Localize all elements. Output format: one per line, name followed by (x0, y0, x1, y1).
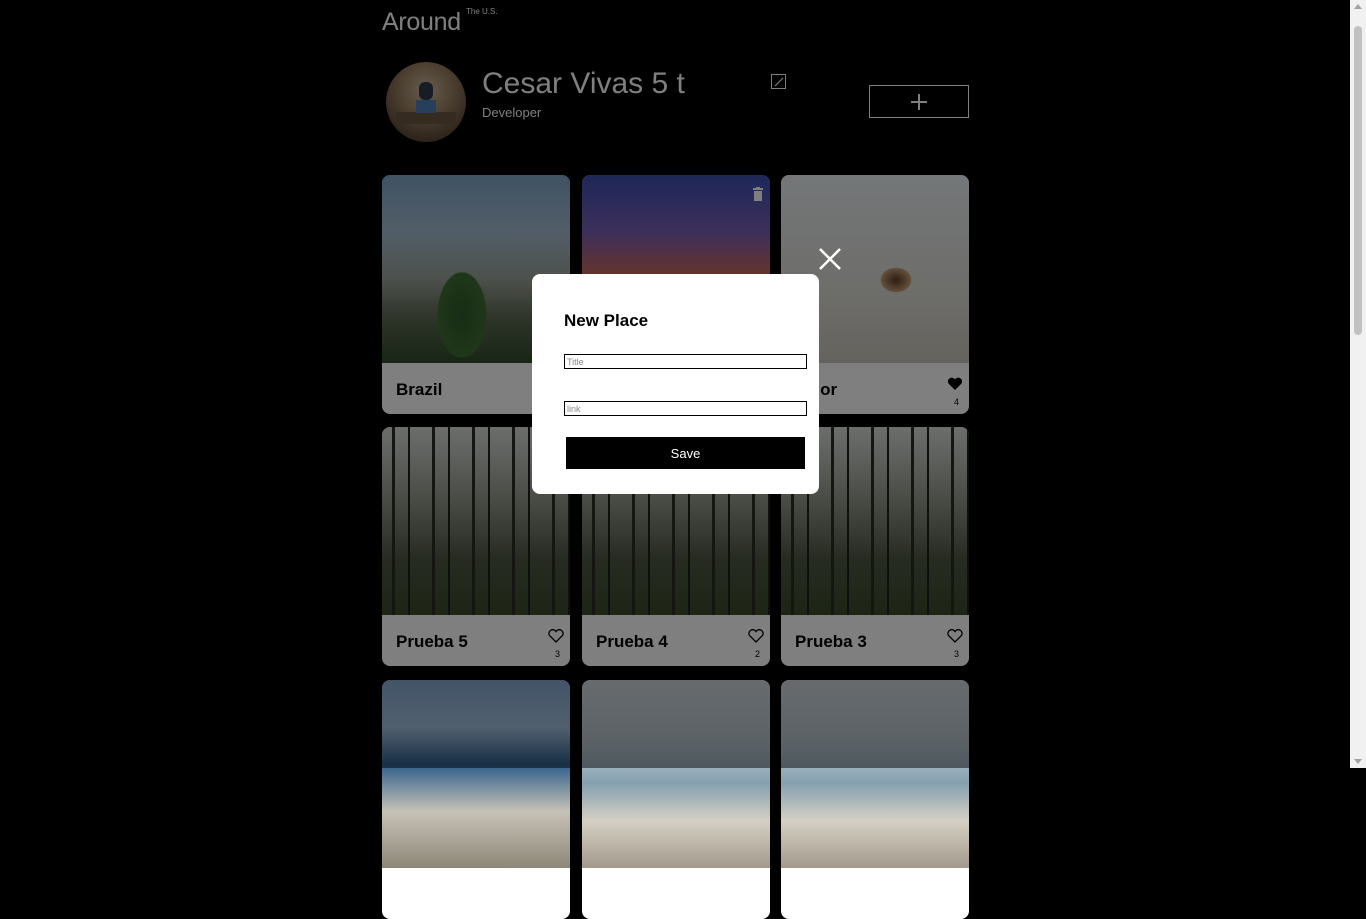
new-place-modal: New Place Save (532, 274, 819, 494)
scroll-up-arrow[interactable] (1354, 4, 1362, 9)
save-button[interactable]: Save (566, 437, 805, 469)
scrollbar-thumb[interactable] (1354, 26, 1362, 335)
modal-title: New Place (564, 311, 649, 330)
title-input[interactable] (564, 354, 807, 369)
link-input[interactable] (564, 401, 807, 416)
scrollbar[interactable] (1350, 0, 1366, 768)
close-icon[interactable] (818, 247, 842, 271)
scroll-down-arrow[interactable] (1354, 759, 1362, 764)
